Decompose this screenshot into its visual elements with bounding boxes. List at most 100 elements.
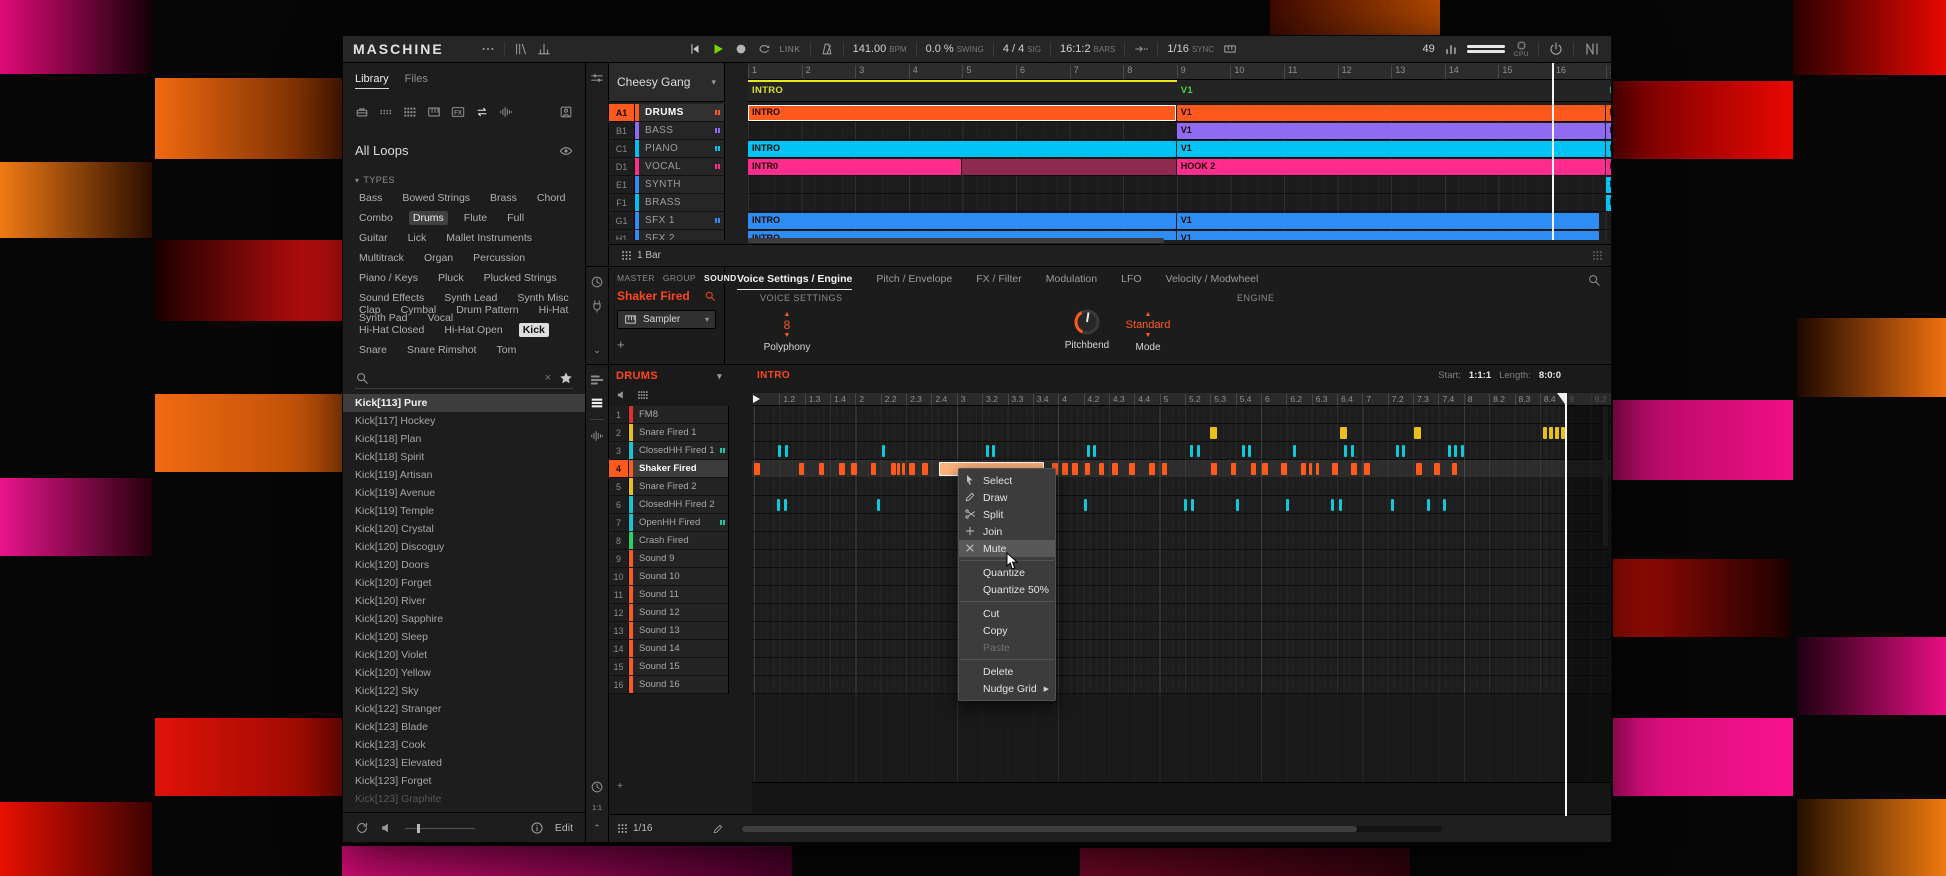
engine-selector[interactable]: Sampler ▾ [617,310,716,329]
note[interactable] [1184,499,1187,511]
expand-chevron-icon[interactable]: ⌃ [593,823,601,834]
note[interactable] [1248,445,1251,457]
section-label[interactable]: V1 [1181,85,1193,96]
list-item[interactable]: Kick[120] Crystal [343,520,585,538]
note[interactable] [851,463,857,475]
position-display[interactable]: 16:1:2BARS [1060,43,1115,55]
note[interactable] [778,445,781,457]
arranger-clip[interactable]: BRIDGE [1606,141,1611,157]
note[interactable] [902,463,905,475]
arranger-clip[interactable]: V1 [1177,231,1599,240]
page-tab[interactable]: Pitch / Envelope [876,273,952,290]
master-level[interactable]: 49 [1423,43,1435,55]
eye-icon[interactable] [559,144,573,158]
list-item[interactable]: Kick[120] Forget [343,574,585,592]
note[interactable] [1364,463,1370,475]
note[interactable] [839,463,845,475]
type-tag[interactable]: Guitar [355,231,392,245]
list-item[interactable]: Kick[120] Yellow [343,664,585,682]
menu-item-cut[interactable]: Cut [959,605,1055,622]
type-tag[interactable]: Brass [486,191,521,205]
sound-row[interactable]: 6ClosedHH Fired 2 [609,496,728,514]
favorites-icon[interactable] [559,371,573,385]
editor-hscrollbar[interactable] [742,826,1442,832]
note[interactable] [785,445,788,457]
step-down-icon[interactable]: ▼ [1145,332,1152,339]
browser-toggle-button[interactable] [514,42,528,56]
note-grid-extension[interactable] [752,694,1611,782]
page-tab[interactable]: FX / Filter [976,273,1022,290]
arranger-clip[interactable]: INTR0 [748,159,961,175]
note[interactable] [1236,499,1239,511]
arranger-clip[interactable]: V1 [1177,141,1605,157]
track-row[interactable]: H1SFX 2 [609,230,724,240]
section-label[interactable]: INTRO [752,85,783,96]
section-label[interactable]: BRIDGE [1610,85,1611,96]
resize-handle-icon[interactable] [1592,250,1603,261]
restart-button[interactable] [688,42,702,56]
menu-item-quantize-50-[interactable]: Quantize 50% [959,581,1055,598]
plugin-search-icon[interactable] [1587,273,1601,287]
note[interactable] [1112,463,1118,475]
draw-mode-icon[interactable] [712,823,724,835]
level-tab-group[interactable]: GROUP [663,273,696,283]
sounds-filter-icon[interactable] [403,105,417,119]
list-item[interactable]: Kick[120] Doors [343,556,585,574]
type-tag[interactable]: Drums [409,211,448,225]
page-tab[interactable]: Velocity / Modwheel [1166,273,1259,290]
list-item[interactable]: Kick[123] Elevated [343,754,585,772]
menu-item-split[interactable]: Split [959,506,1055,523]
arranger-playhead[interactable] [1552,63,1554,240]
subtype-tag[interactable]: Hi-Hat Closed [355,323,428,337]
type-tag[interactable]: Multitrack [355,251,408,265]
list-item[interactable]: Kick[119] Artisan [343,466,585,484]
note[interactable] [1402,445,1405,457]
track-row[interactable]: G1SFX 1 [609,212,724,230]
library-search[interactable]: × [355,367,573,389]
arranger-section-row[interactable]: INTRO V1 BRIDGE [748,80,1611,102]
note[interactable] [1443,499,1446,511]
note[interactable] [1340,427,1347,439]
type-tag[interactable]: Organ [420,251,457,265]
track-row[interactable]: C1PIANO [609,140,724,158]
arranger-clip[interactable]: INTRO [748,213,1176,229]
note[interactable] [1231,463,1237,475]
sound-row[interactable]: 10Sound 10 [609,568,728,586]
note[interactable] [1396,445,1399,457]
list-item[interactable]: Kick[120] Sapphire [343,610,585,628]
type-tag[interactable]: Full [503,211,528,225]
note[interactable] [1344,445,1347,457]
subtype-tag[interactable]: Tom [492,343,520,357]
automation-clock-icon[interactable] [590,275,604,289]
signature-display[interactable]: 4 / 4SIG [1003,43,1041,55]
type-tag[interactable]: Lick [404,231,431,245]
note[interactable] [1262,463,1268,475]
play-button[interactable] [711,42,725,56]
arranger-clip[interactable] [962,159,1175,175]
polyphony-value[interactable]: 8 [784,318,791,332]
subtype-tag[interactable]: Hi-Hat Open [440,323,506,337]
sound-row[interactable]: 15Sound 15 [609,658,728,676]
note[interactable] [1452,463,1458,475]
mixer-view-icon[interactable] [590,71,604,85]
sound-row[interactable]: 13Sound 13 [609,622,728,640]
group-header[interactable]: Cheesy Gang ▾ [609,63,725,102]
arranger-timeline[interactable]: 1234567891011121314151617 [748,63,1611,80]
menu-item-nudge-grid[interactable]: Nudge Grid▶ [959,680,1055,697]
one-to-one-zoom-icon[interactable]: 1:1 [592,805,602,812]
note[interactable] [877,499,880,511]
note-grid[interactable] [752,406,1611,694]
list-item[interactable]: Kick[123] Cook [343,736,585,754]
note[interactable] [1461,445,1464,457]
arrange-view-icon[interactable] [590,373,604,387]
user-content-icon[interactable] [559,105,573,119]
note[interactable] [891,463,897,475]
add-sound-button[interactable]: + [617,781,623,792]
pitchbend-knob[interactable] [1072,307,1102,337]
note[interactable] [1129,463,1135,475]
mixer-io-button[interactable] [537,42,551,56]
swing-display[interactable]: 0.0 %SWING [926,43,984,55]
arranger-clip[interactable]: V1 [1177,123,1605,139]
sound-row[interactable]: 7OpenHH Fired [609,514,728,532]
more-menu-button[interactable] [481,42,495,56]
